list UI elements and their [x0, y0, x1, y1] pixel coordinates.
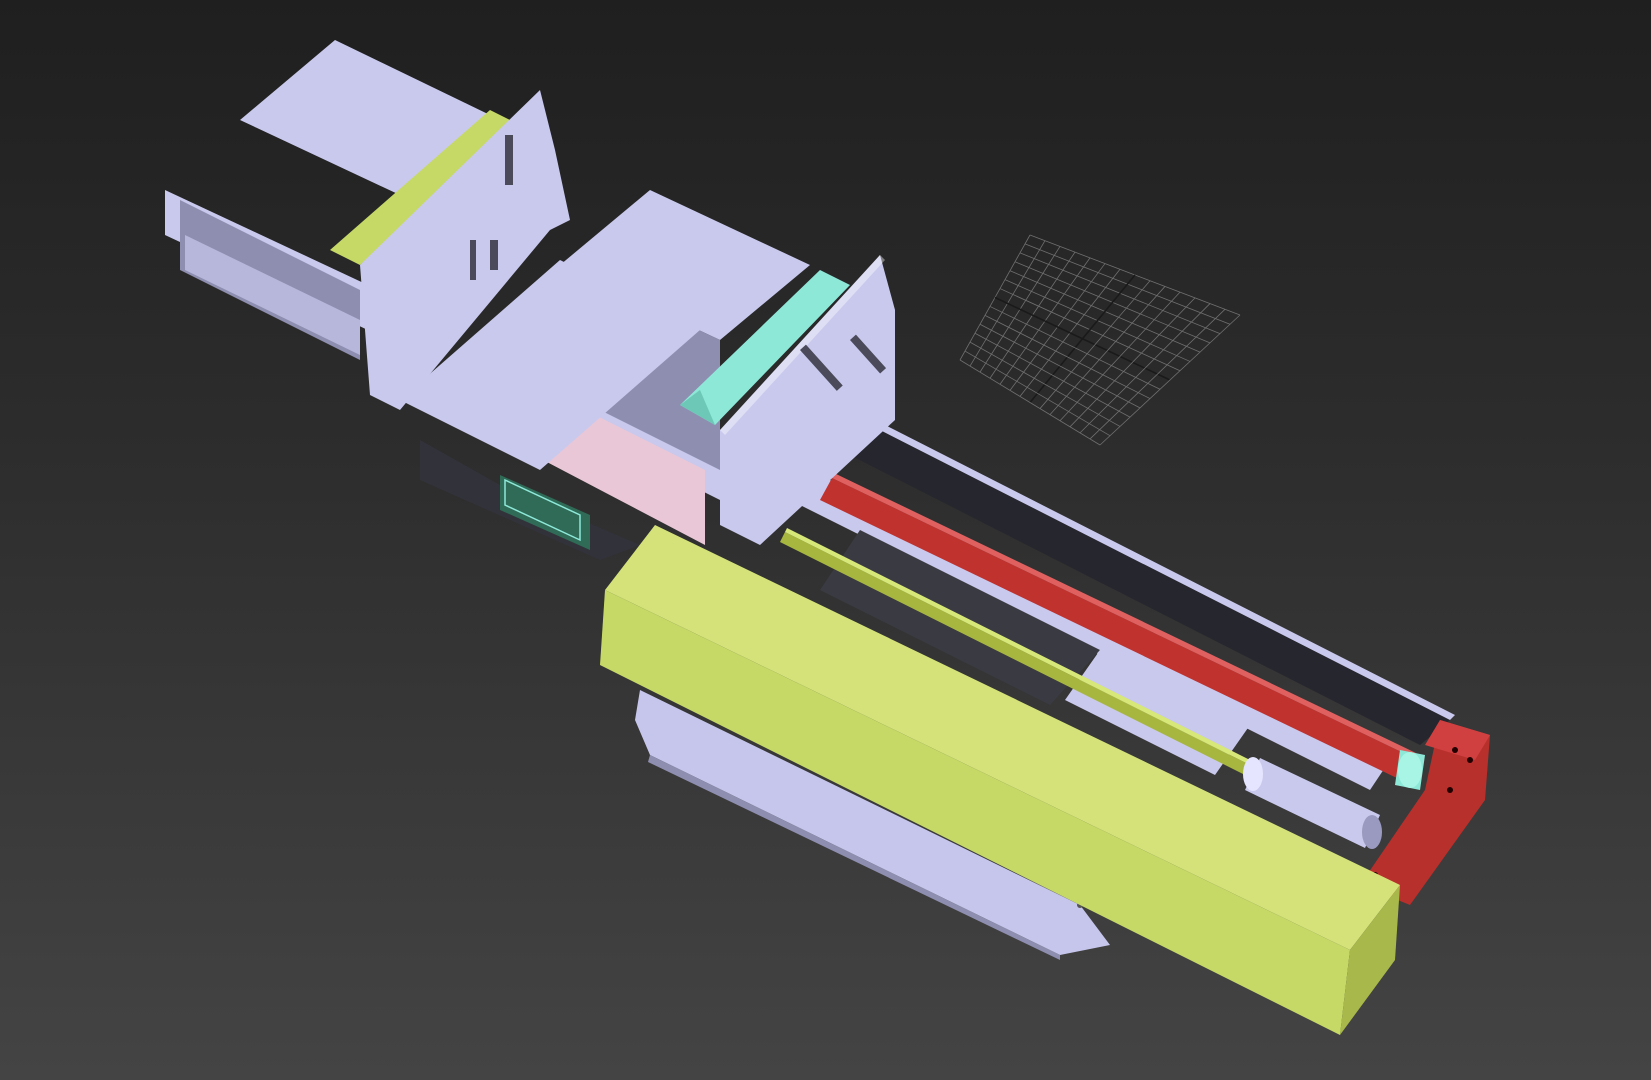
3d-scene: [165, 40, 1490, 1035]
grid-line: [964, 350, 1111, 437]
grid-line: [1039, 280, 1151, 409]
grid-line: [1079, 303, 1211, 434]
grid-line: [979, 323, 1141, 409]
grid-line: [989, 306, 1161, 390]
grid-line: [1069, 297, 1196, 428]
3d-viewport[interactable]: [0, 0, 1651, 1080]
grid-line: [984, 314, 1151, 399]
grid-line: [1059, 291, 1181, 421]
grid-line: [969, 341, 1121, 427]
teal-collar: [1395, 750, 1425, 790]
grid-line: [1099, 314, 1241, 446]
grid-line: [959, 359, 1101, 446]
home-grid: [959, 234, 1241, 446]
grid-line: [1049, 286, 1166, 415]
grid-line: [974, 332, 1131, 418]
grid-line: [1089, 308, 1226, 440]
